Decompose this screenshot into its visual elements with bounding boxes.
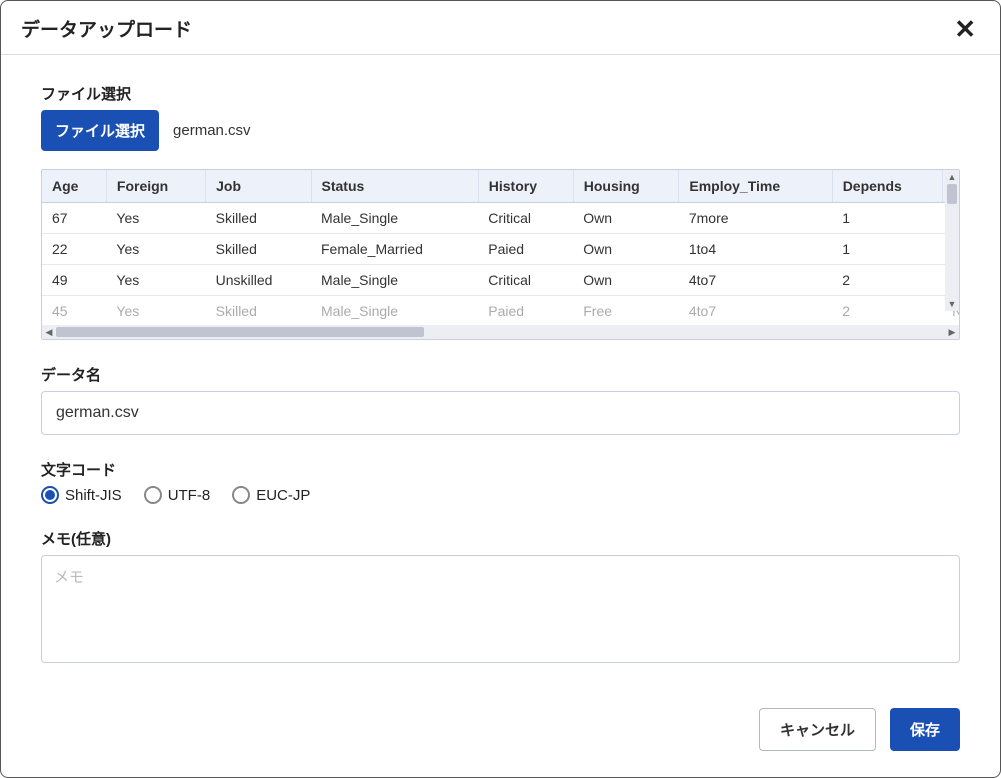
table-header: Housing (573, 170, 679, 203)
table-cell: Unskilled (206, 265, 311, 296)
table-cell: Skilled (206, 203, 311, 234)
charset-radio-group: Shift-JIS UTF-8 EUC-JP (41, 486, 960, 504)
table-row: 49YesUnskilledMale_SingleCriticalOwn4to7… (42, 265, 959, 296)
scroll-right-arrow-icon[interactable]: ▶ (945, 325, 959, 339)
table-cell: Yes (106, 203, 205, 234)
save-button[interactable]: 保存 (890, 708, 960, 751)
table-cell: Paied (478, 296, 573, 326)
table-cell: Critical (478, 203, 573, 234)
table-header: Job (206, 170, 311, 203)
dialog-header: データアップロード ✕ (1, 1, 1000, 55)
radio-checked-icon (41, 486, 59, 504)
table-cell: 4to7 (679, 296, 832, 326)
memo-label: メモ(任意) (41, 528, 960, 549)
data-name-label: データ名 (41, 364, 960, 385)
dialog-body: ファイル選択 ファイル選択 german.csv Age Foreign Job… (1, 55, 1000, 696)
cancel-button[interactable]: キャンセル (759, 708, 876, 751)
file-select-row: ファイル選択 german.csv (41, 110, 960, 151)
table-cell: 1 (832, 234, 942, 265)
table-cell: Male_Single (311, 296, 478, 326)
preview-table-wrap: Age Foreign Job Status History Housing E… (41, 169, 960, 340)
file-selected-name: german.csv (173, 122, 251, 139)
table-cell: Own (573, 265, 679, 296)
table-row: 45YesSkilledMale_SinglePaiedFree4to72Neg (42, 296, 959, 326)
charset-radio-label: UTF-8 (168, 487, 211, 504)
table-cell: Free (573, 296, 679, 326)
charset-radio-shiftjis[interactable]: Shift-JIS (41, 486, 122, 504)
table-cell: 49 (42, 265, 106, 296)
table-cell: Yes (106, 296, 205, 326)
file-select-label: ファイル選択 (41, 83, 960, 104)
radio-unchecked-icon (232, 486, 250, 504)
charset-radio-eucjp[interactable]: EUC-JP (232, 486, 310, 504)
table-cell: Skilled (206, 296, 311, 326)
table-cell: Yes (106, 265, 205, 296)
table-cell: 2 (832, 296, 942, 326)
table-cell: Male_Single (311, 203, 478, 234)
table-row: 67YesSkilledMale_SingleCriticalOwn7more1… (42, 203, 959, 234)
table-cell: Yes (106, 234, 205, 265)
data-upload-dialog: データアップロード ✕ ファイル選択 ファイル選択 german.csv Age… (0, 0, 1001, 778)
table-cell: 1to4 (679, 234, 832, 265)
table-cell: Male_Single (311, 265, 478, 296)
horizontal-scrollbar[interactable]: ◀ ▶ (42, 325, 959, 339)
table-cell: 67 (42, 203, 106, 234)
radio-unchecked-icon (144, 486, 162, 504)
table-cell: Critical (478, 265, 573, 296)
dialog-title: データアップロード (21, 15, 192, 42)
table-cell: 7more (679, 203, 832, 234)
scroll-down-arrow-icon[interactable]: ▼ (945, 297, 959, 311)
preview-table-scroll[interactable]: Age Foreign Job Status History Housing E… (42, 170, 959, 325)
table-header-row: Age Foreign Job Status History Housing E… (42, 170, 959, 203)
data-name-input[interactable] (41, 391, 960, 435)
table-row: 22YesSkilledFemale_MarriedPaiedOwn1to410… (42, 234, 959, 265)
dialog-footer: キャンセル 保存 (1, 696, 1000, 777)
table-cell: 1 (832, 203, 942, 234)
table-cell: 45 (42, 296, 106, 326)
table-cell: 22 (42, 234, 106, 265)
charset-label: 文字コード (41, 459, 960, 480)
preview-table: Age Foreign Job Status History Housing E… (42, 170, 959, 325)
table-header: Employ_Time (679, 170, 832, 203)
table-cell: 4to7 (679, 265, 832, 296)
close-icon[interactable]: ✕ (950, 16, 980, 42)
vertical-scroll-thumb[interactable] (947, 184, 957, 204)
horizontal-scroll-thumb[interactable] (56, 327, 424, 337)
memo-textarea[interactable] (41, 555, 960, 663)
charset-radio-label: EUC-JP (256, 487, 310, 504)
scroll-up-arrow-icon[interactable]: ▲ (945, 170, 959, 184)
table-cell: Paied (478, 234, 573, 265)
table-header: Foreign (106, 170, 205, 203)
file-select-button[interactable]: ファイル選択 (41, 110, 159, 151)
table-cell: 2 (832, 265, 942, 296)
vertical-scrollbar[interactable]: ▲ ▼ (945, 170, 959, 311)
charset-radio-utf8[interactable]: UTF-8 (144, 486, 211, 504)
table-cell: Own (573, 203, 679, 234)
charset-radio-label: Shift-JIS (65, 487, 122, 504)
table-header: Depends (832, 170, 942, 203)
table-cell: Female_Married (311, 234, 478, 265)
table-header: Age (42, 170, 106, 203)
table-header: Status (311, 170, 478, 203)
table-cell: Own (573, 234, 679, 265)
scroll-left-arrow-icon[interactable]: ◀ (42, 325, 56, 339)
table-header: History (478, 170, 573, 203)
table-cell: Skilled (206, 234, 311, 265)
